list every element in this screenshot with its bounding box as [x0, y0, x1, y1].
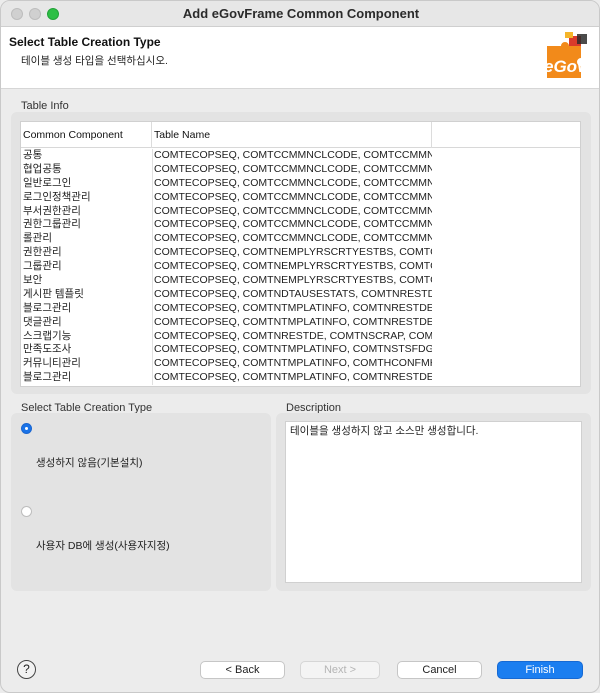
- window-title: Add eGovFrame Common Component: [182, 6, 420, 21]
- table-row[interactable]: 커뮤니티관리 COMTECOPSEQ, COMTNTMPLATINFO, COMT…: [21, 357, 580, 372]
- cell-table-name: COMTECOPSEQ, COMTCCMMNCLCODE, COMTCCMMN: [154, 218, 432, 231]
- column-divider: [152, 149, 153, 163]
- cell-common-component: 로그인정책관리: [23, 190, 91, 203]
- cell-table-name: COMTECOPSEQ, COMTNEMPLYRSCRTYESTBS, COMT…: [154, 246, 432, 259]
- cell-table-name: COMTECOPSEQ, COMTCCMMNCLCODE, COMTCCMMN: [154, 232, 432, 245]
- egov-logo: eGov: [544, 32, 588, 78]
- column-divider: [152, 190, 153, 205]
- wizard-header: Select Table Creation Type 테이블 생성 타입을 선택…: [1, 27, 599, 89]
- table-info-group: Common Component Table Name 공통 COMTECOPSE…: [11, 112, 591, 394]
- title-bar: Add eGovFrame Common Component: [1, 1, 599, 27]
- cell-common-component: 보안: [23, 274, 43, 287]
- table-body: 공통 COMTECOPSEQ, COMTCCMMNCLCODE, COMTCCMM…: [21, 149, 580, 386]
- column-divider: [152, 204, 153, 219]
- table-row[interactable]: 부서권한관리 COMTECOPSEQ, COMTCCMMNCLCODE, COMT…: [21, 204, 580, 219]
- column-divider: [152, 287, 153, 302]
- table-info-table[interactable]: Common Component Table Name 공통 COMTECOPSE…: [20, 121, 581, 387]
- cell-table-name: COMTECOPSEQ, COMTCCMMNCLCODE, COMTCCMMN: [154, 204, 432, 217]
- next-button[interactable]: Next >: [300, 661, 380, 679]
- cell-table-name: COMTECOPSEQ, COMTNTMPLATINFO, COMTNSTSFD…: [154, 343, 432, 356]
- table-header: Common Component Table Name: [21, 122, 580, 148]
- column-divider: [152, 232, 153, 247]
- column-divider: [152, 315, 153, 330]
- column-divider: [152, 162, 153, 177]
- table-row[interactable]: 일반로그인 COMTECOPSEQ, COMTCCMMNCLCODE, COMTC…: [21, 176, 580, 191]
- cell-common-component: 그룹관리: [23, 260, 62, 273]
- column-divider: [152, 218, 153, 233]
- help-button[interactable]: ?: [17, 660, 36, 679]
- radio-user-db[interactable]: [21, 506, 32, 517]
- column-divider: [152, 176, 153, 191]
- table-row[interactable]: 협업공통 COMTECOPSEQ, COMTCCMMNCLCODE, COMTCC…: [21, 162, 580, 177]
- table-row[interactable]: 블로그관리 COMTECOPSEQ, COMTNTMPLATINFO, COMTN…: [21, 301, 580, 316]
- table-row[interactable]: 권한그룹관리 COMTECOPSEQ, COMTCCMMNCLCODE, COMT…: [21, 218, 580, 233]
- creation-type-group: 생성하지 않음(기본설치) 사용자 DB에 생성(사용자지정): [11, 413, 271, 591]
- table-row[interactable]: 그룹관리 COMTECOPSEQ, COMTNEMPLYRSCRTYESTBS, …: [21, 260, 580, 275]
- page-subtitle: 테이블 생성 타입을 선택하십시오.: [21, 55, 168, 67]
- cell-common-component: 권한관리: [23, 246, 62, 259]
- table-row[interactable]: 스크랩기능 COMTECOPSEQ, COMTNRESTDE, COMTNSCRA…: [21, 329, 580, 344]
- cell-table-name: COMTECOPSEQ, COMTNTMPLATINFO, COMTNRESTD…: [154, 371, 432, 384]
- cell-table-name: COMTECOPSEQ, COMTNTMPLATINFO, COMTNRESTD…: [154, 315, 432, 328]
- cell-table-name: COMTECOPSEQ, COMTNTMPLATINFO, COMTHCONFM…: [154, 357, 432, 370]
- column-divider: [152, 329, 153, 344]
- table-row[interactable]: 댓글관리 COMTECOPSEQ, COMTNTMPLATINFO, COMTNR…: [21, 315, 580, 330]
- column-divider: [152, 301, 153, 316]
- cell-table-name: COMTECOPSEQ, COMTNEMPLYRSCRTYESTBS, COMT…: [154, 274, 432, 287]
- table-row[interactable]: 권한관리 COMTECOPSEQ, COMTNEMPLYRSCRTYESTBS, …: [21, 246, 580, 261]
- cell-common-component: 롤관리: [23, 232, 52, 245]
- cell-common-component: 댓글관리: [23, 315, 62, 328]
- cell-common-component: 협업공통: [23, 162, 62, 175]
- cell-table-name: COMTECOPSEQ, COMTNRESTDE, COMTNSCRAP, CO…: [154, 329, 432, 342]
- cell-table-name: COMTECOPSEQ, COMTCCMMNCLCODE, COMTCCMMN: [154, 149, 432, 161]
- radio-no-create-label[interactable]: 생성하지 않음(기본설치): [36, 455, 143, 470]
- column-divider: [152, 371, 153, 386]
- column-header-common-component[interactable]: Common Component: [21, 122, 152, 148]
- description-text: 테이블을 생성하지 않고 소스만 생성합니다.: [285, 421, 582, 583]
- finish-button[interactable]: Finish: [497, 661, 583, 679]
- cell-table-name: COMTECOPSEQ, COMTNEMPLYRSCRTYESTBS, COMT…: [154, 260, 432, 273]
- page-title: Select Table Creation Type: [9, 35, 161, 49]
- table-row[interactable]: 공통 COMTECOPSEQ, COMTCCMMNCLCODE, COMTCCMM…: [21, 149, 580, 163]
- radio-no-create[interactable]: [21, 423, 32, 434]
- table-row[interactable]: 만족도조사 COMTECOPSEQ, COMTNTMPLATINFO, COMTN…: [21, 343, 580, 358]
- cell-common-component: 만족도조사: [23, 343, 72, 356]
- table-info-label: Table Info: [21, 100, 69, 112]
- logo-text: eGov: [544, 57, 588, 76]
- column-header-table-name[interactable]: Table Name: [152, 122, 432, 148]
- column-divider: [152, 246, 153, 261]
- cell-common-component: 블로그관리: [23, 371, 72, 384]
- cell-common-component: 블로그관리: [23, 301, 72, 314]
- cell-common-component: 권한그룹관리: [23, 218, 81, 231]
- wizard-window: Add eGovFrame Common Component Select Ta…: [0, 0, 600, 693]
- cell-common-component: 공통: [23, 149, 43, 161]
- cell-common-component: 부서권한관리: [23, 204, 81, 217]
- column-divider: [152, 260, 153, 275]
- table-row[interactable]: 로그인정책관리 COMTECOPSEQ, COMTCCMMNCLCODE, COM…: [21, 190, 580, 205]
- cell-common-component: 일반로그인: [23, 176, 72, 189]
- cell-table-name: COMTECOPSEQ, COMTCCMMNCLCODE, COMTCCMMN: [154, 190, 432, 203]
- cell-table-name: COMTECOPSEQ, COMTNDTAUSESTATS, COMTNREST…: [154, 287, 432, 300]
- table-row[interactable]: 보안 COMTECOPSEQ, COMTNEMPLYRSCRTYESTBS, CO…: [21, 274, 580, 288]
- column-divider: [152, 274, 153, 288]
- column-divider: [152, 343, 153, 358]
- cell-common-component: 커뮤니티관리: [23, 357, 81, 370]
- column-divider: [152, 357, 153, 372]
- cell-common-component: 게시판 템플릿: [23, 287, 84, 300]
- radio-user-db-label[interactable]: 사용자 DB에 생성(사용자지정): [36, 538, 170, 553]
- cell-table-name: COMTECOPSEQ, COMTNTMPLATINFO, COMTNRESTD…: [154, 301, 432, 314]
- back-button[interactable]: < Back: [200, 661, 285, 679]
- table-row[interactable]: 블로그관리 COMTECOPSEQ, COMTNTMPLATINFO, COMTN…: [21, 371, 580, 386]
- table-row[interactable]: 롤관리 COMTECOPSEQ, COMTCCMMNCLCODE, COMTCCM…: [21, 232, 580, 247]
- cancel-button[interactable]: Cancel: [397, 661, 482, 679]
- table-row[interactable]: 게시판 템플릿 COMTECOPSEQ, COMTNDTAUSESTATS, CO…: [21, 287, 580, 302]
- cell-table-name: COMTECOPSEQ, COMTCCMMNCLCODE, COMTCCMMN: [154, 176, 432, 189]
- cell-common-component: 스크랩기능: [23, 329, 72, 342]
- cell-table-name: COMTECOPSEQ, COMTCCMMNCLCODE, COMTCCMMN: [154, 162, 432, 175]
